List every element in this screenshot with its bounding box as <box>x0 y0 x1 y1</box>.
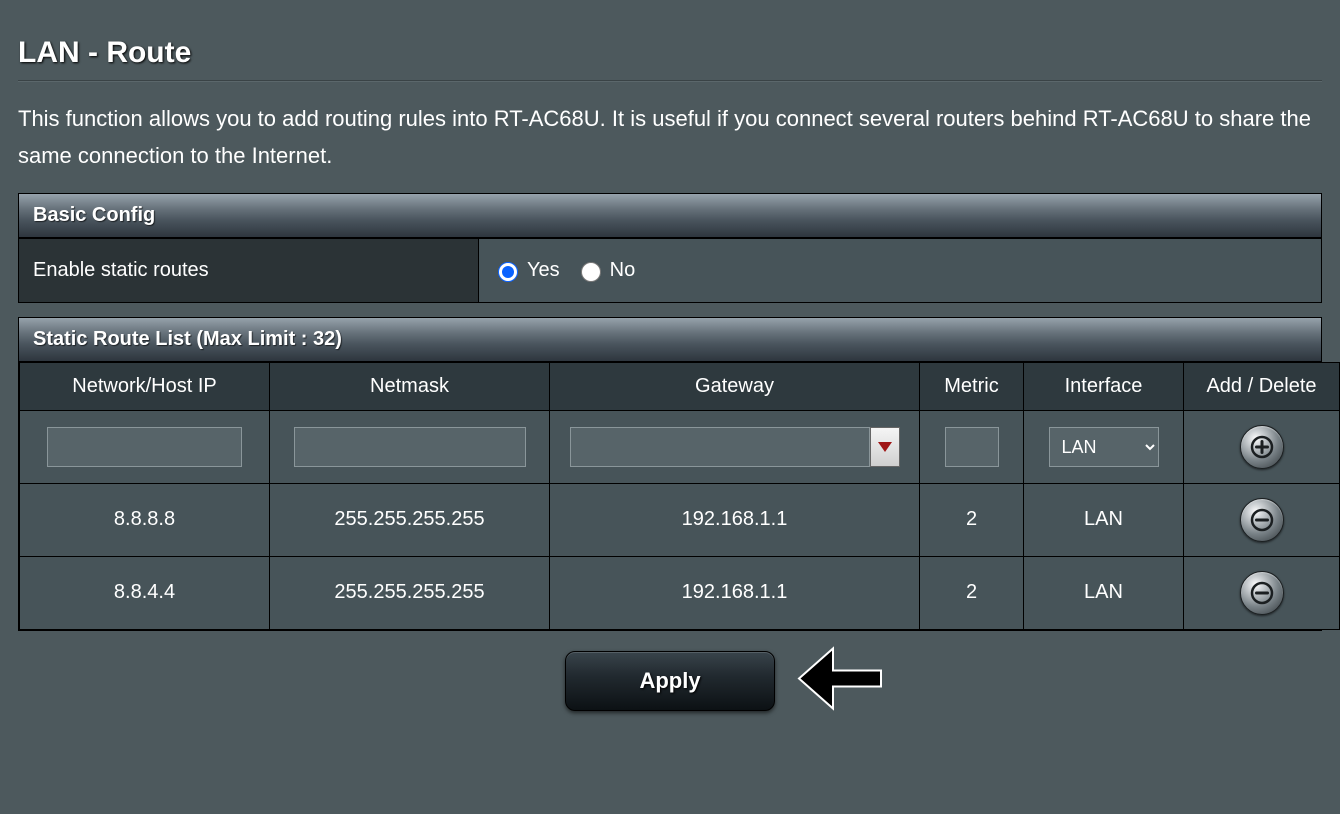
col-metric: Metric <box>920 362 1024 410</box>
route-table-header-row: Network/Host IP Netmask Gateway Metric I… <box>20 362 1340 410</box>
input-ip[interactable] <box>47 427 242 467</box>
static-route-list-header: Static Route List (Max Limit : 32) <box>19 318 1321 362</box>
cell-metric: 2 <box>920 483 1024 556</box>
route-input-row: LAN <box>20 410 1340 483</box>
page-description: This function allows you to add routing … <box>18 100 1322 175</box>
route-row: 8.8.8.8 255.255.255.255 192.168.1.1 2 LA… <box>20 483 1340 556</box>
cell-ip: 8.8.4.4 <box>20 556 270 629</box>
route-row: 8.8.4.4 255.255.255.255 192.168.1.1 2 LA… <box>20 556 1340 629</box>
cell-interface: LAN <box>1024 556 1184 629</box>
enable-yes-radio[interactable] <box>498 262 518 282</box>
delete-route-button[interactable] <box>1240 571 1284 615</box>
col-ip: Network/Host IP <box>20 362 270 410</box>
divider <box>18 80 1322 82</box>
enable-no-label: No <box>610 259 636 282</box>
enable-no-option[interactable]: No <box>576 259 636 282</box>
plus-icon <box>1250 435 1274 459</box>
arrow-annotation <box>795 642 885 719</box>
route-table: Network/Host IP Netmask Gateway Metric I… <box>19 362 1340 630</box>
enable-static-routes-row: Enable static routes Yes No <box>19 238 1321 302</box>
input-gateway[interactable] <box>570 427 870 467</box>
delete-route-button[interactable] <box>1240 498 1284 542</box>
enable-yes-label: Yes <box>527 259 560 282</box>
minus-icon <box>1250 508 1274 532</box>
arrow-left-icon <box>795 642 885 714</box>
chevron-down-icon <box>878 442 892 452</box>
cell-interface: LAN <box>1024 483 1184 556</box>
enable-static-routes-value: Yes No <box>479 239 1321 302</box>
cell-gateway: 192.168.1.1 <box>550 556 920 629</box>
input-metric[interactable] <box>945 427 999 467</box>
col-netmask: Netmask <box>270 362 550 410</box>
cell-metric: 2 <box>920 556 1024 629</box>
static-route-list-panel: Static Route List (Max Limit : 32) Netwo… <box>18 317 1322 631</box>
col-action: Add / Delete <box>1184 362 1340 410</box>
enable-static-routes-label: Enable static routes <box>19 239 479 302</box>
cell-ip: 8.8.8.8 <box>20 483 270 556</box>
gateway-dropdown-button[interactable] <box>870 427 900 467</box>
apply-button[interactable]: Apply <box>565 651 775 711</box>
enable-yes-option[interactable]: Yes <box>493 259 560 282</box>
add-route-button[interactable] <box>1240 425 1284 469</box>
col-gateway: Gateway <box>550 362 920 410</box>
apply-row: Apply <box>18 651 1322 711</box>
cell-gateway: 192.168.1.1 <box>550 483 920 556</box>
cell-netmask: 255.255.255.255 <box>270 556 550 629</box>
minus-icon <box>1250 581 1274 605</box>
page-title: LAN - Route <box>18 36 1322 70</box>
col-interface: Interface <box>1024 362 1184 410</box>
cell-netmask: 255.255.255.255 <box>270 483 550 556</box>
enable-no-radio[interactable] <box>581 262 601 282</box>
input-interface[interactable]: LAN <box>1049 427 1159 467</box>
input-netmask[interactable] <box>294 427 526 467</box>
basic-config-panel: Basic Config Enable static routes Yes No <box>18 193 1322 303</box>
basic-config-header: Basic Config <box>19 194 1321 238</box>
